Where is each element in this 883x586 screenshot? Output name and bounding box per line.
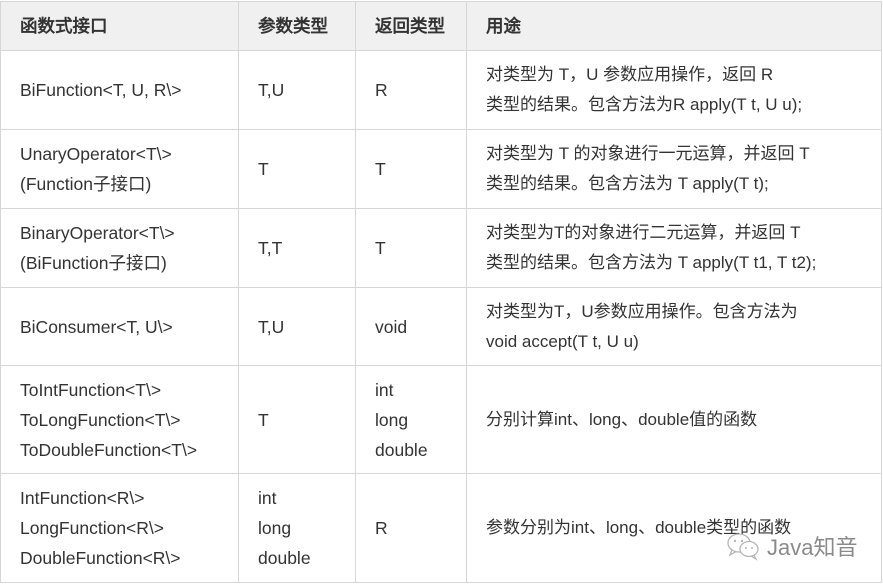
usage-text: 类型的结果。包含方法为R apply(T t, U u); (486, 95, 803, 114)
cell-usage: 参数分别为int、long、double类型的函数 (466, 473, 882, 583)
return-type: T (375, 159, 386, 179)
header-return-type: 返回类型 (355, 1, 467, 51)
param-type: T,T (258, 238, 283, 258)
table-header-row: 函数式接口 参数类型 返回类型 用途 (0, 1, 882, 51)
cell-usage: 对类型为T，U参数应用操作。包含方法为 void accept(T t, U u… (466, 287, 882, 366)
cell-returns: T (355, 129, 467, 209)
table-row: BinaryOperator<T\> (BiFunction子接口) T,T T… (0, 208, 882, 288)
cell-params: T,T (238, 208, 356, 288)
interface-name: BinaryOperator<T\> (20, 223, 175, 243)
cell-params: int long double (238, 473, 356, 583)
header-param-type: 参数类型 (238, 1, 356, 51)
usage-text: 对类型为T的对象进行二元运算，并返回 T (486, 223, 801, 242)
return-type: double (375, 439, 428, 460)
cell-params: T (238, 129, 356, 209)
interface-name: UnaryOperator<T\> (20, 144, 172, 164)
header-usage: 用途 (466, 1, 882, 51)
cell-returns: R (355, 473, 467, 583)
return-type: T (375, 238, 386, 258)
cell-usage: 分别计算int、long、double值的函数 (466, 365, 882, 474)
cell-returns: void (355, 287, 467, 366)
usage-text: 对类型为 T，U 参数应用操作，返回 R (486, 65, 774, 84)
cell-interface: IntFunction<R\> LongFunction<R\> DoubleF… (0, 473, 239, 583)
return-type: int (375, 379, 394, 400)
table-row: BiFunction<T, U, R\> T,U R 对类型为 T，U 参数应用… (0, 50, 882, 130)
interface-name: LongFunction<R\> (20, 518, 164, 538)
cell-usage: 对类型为 T 的对象进行一元运算，并返回 T 类型的结果。包含方法为 T app… (466, 129, 882, 209)
return-type: R (375, 518, 388, 538)
table-row: IntFunction<R\> LongFunction<R\> DoubleF… (0, 473, 882, 583)
cell-params: T,U (238, 50, 356, 130)
cell-returns: T (355, 208, 467, 288)
table-row: UnaryOperator<T\> (Function子接口) T T 对类型为… (0, 129, 882, 209)
header-interface: 函数式接口 (0, 1, 239, 51)
interface-name: BiFunction<T, U, R\> (20, 80, 182, 100)
param-type: int (258, 488, 277, 508)
param-type: long (258, 518, 292, 538)
usage-text: 类型的结果。包含方法为 T apply(T t1, T t2); (486, 253, 817, 272)
cell-interface: ToIntFunction<T\> ToLongFunction<T\> ToD… (0, 365, 239, 474)
return-type: void (375, 316, 408, 337)
interface-name: DoubleFunction<R\> (20, 548, 181, 568)
interface-note: (Function子接口) (20, 174, 152, 194)
interface-name: ToLongFunction<T\> (20, 409, 181, 430)
usage-text: 分别计算int、long、double值的函数 (486, 409, 758, 429)
interface-note: (BiFunction子接口) (20, 253, 167, 273)
table-row: ToIntFunction<T\> ToLongFunction<T\> ToD… (0, 365, 882, 474)
cell-interface: BiConsumer<T, U\> (0, 287, 239, 366)
cell-usage: 对类型为 T，U 参数应用操作，返回 R 类型的结果。包含方法为R apply(… (466, 50, 882, 130)
usage-text: 对类型为T，U参数应用操作。包含方法为 (486, 301, 798, 321)
usage-text: 参数分别为int、long、double类型的函数 (486, 518, 792, 537)
cell-usage: 对类型为T的对象进行二元运算，并返回 T 类型的结果。包含方法为 T apply… (466, 208, 882, 288)
interface-name: ToIntFunction<T\> (20, 379, 162, 400)
usage-text: 对类型为 T 的对象进行一元运算，并返回 T (486, 144, 810, 163)
cell-interface: BiFunction<T, U, R\> (0, 50, 239, 130)
cell-params: T (238, 365, 356, 474)
cell-returns: int long double (355, 365, 467, 474)
interface-name: ToDoubleFunction<T\> (20, 439, 198, 460)
cell-params: T,U (238, 287, 356, 366)
param-type: T (258, 409, 269, 430)
interface-name: BiConsumer<T, U\> (20, 316, 173, 337)
cell-returns: R (355, 50, 467, 130)
param-type: T,U (258, 316, 285, 337)
param-type: T,U (258, 80, 285, 100)
cell-interface: BinaryOperator<T\> (BiFunction子接口) (0, 208, 239, 288)
cell-interface: UnaryOperator<T\> (Function子接口) (0, 129, 239, 209)
param-type: T (258, 159, 269, 179)
table-row: BiConsumer<T, U\> T,U void 对类型为T，U参数应用操作… (0, 287, 882, 366)
functional-interface-table: 函数式接口 参数类型 返回类型 用途 BiFunction<T, U, R\> … (0, 1, 882, 583)
interface-name: IntFunction<R\> (20, 488, 145, 508)
usage-text: void accept(T t, U u) (486, 331, 639, 351)
usage-text: 类型的结果。包含方法为 T apply(T t); (486, 174, 769, 193)
param-type: double (258, 548, 311, 568)
return-type: long (375, 409, 409, 430)
return-type: R (375, 80, 388, 100)
